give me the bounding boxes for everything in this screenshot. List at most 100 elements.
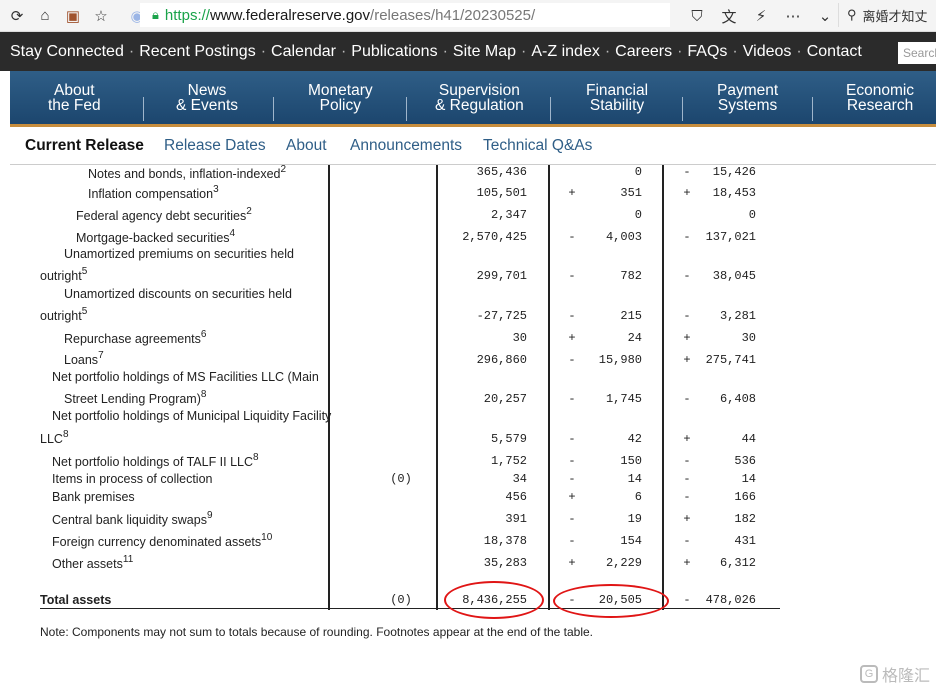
row-change-week: 24 xyxy=(627,331,642,345)
release-tabs: Current Release Release Dates About Anno… xyxy=(10,127,936,165)
row-change-week: 19 xyxy=(627,512,642,526)
row-label: Bank premises xyxy=(52,490,135,504)
main-nav-news[interactable]: News & Events xyxy=(176,83,239,114)
row-change-year: 30 xyxy=(741,331,756,345)
briefcase-icon[interactable]: ▣ xyxy=(62,5,84,27)
row-value: 5,579 xyxy=(490,432,527,446)
row-label-line1: Net portfolio holdings of Municipal Liqu… xyxy=(52,409,332,423)
nav-careers[interactable]: Careers xyxy=(615,43,672,61)
tab-about[interactable]: About xyxy=(286,137,327,155)
row-change-week: 0 xyxy=(634,165,642,179)
row-label-text: Net portfolio holdings of TALF II LLC xyxy=(52,455,254,469)
main-nav-economic-l2: Research xyxy=(846,97,914,114)
footnote-marker: 10 xyxy=(261,532,273,543)
row-change-week: 2,229 xyxy=(605,556,642,570)
row-change-week: 0 xyxy=(634,208,642,222)
footnote-marker: 11 xyxy=(122,554,134,565)
lightning-icon[interactable]: ⚡︎ xyxy=(750,5,772,27)
annotation-circle-total xyxy=(444,581,544,619)
row-change-week: 351 xyxy=(620,186,642,200)
address-bar[interactable]: 🔒︎ https://www.federalreserve.gov/releas… xyxy=(140,3,670,27)
main-nav-monetary[interactable]: Monetary Policy xyxy=(308,83,373,114)
row-label-text: Inflation compensation xyxy=(88,187,214,201)
footnote-marker: 2 xyxy=(280,164,287,175)
main-nav-supervision-l1: Supervision xyxy=(438,82,520,99)
more-icon[interactable]: ⋯ xyxy=(782,5,804,27)
row-label: Repurchase agreements6 xyxy=(64,329,206,346)
row-label: Net portfolio holdings of TALF II LLC8 xyxy=(52,452,259,469)
row-change-year: 15,426 xyxy=(712,165,756,179)
row-value: 1,752 xyxy=(490,454,527,468)
nav-az-index[interactable]: A-Z index xyxy=(531,43,599,61)
row-label-text: outright xyxy=(40,269,82,283)
row-change-year: 14 xyxy=(741,472,756,486)
main-nav-payment-l1: Payment xyxy=(717,82,779,99)
row-label-line1: Unamortized discounts on securities held xyxy=(64,287,292,301)
table-note: Note: Components may not sum to totals b… xyxy=(40,625,594,639)
translate-icon[interactable]: 文 xyxy=(718,5,740,27)
row-change-year: 6,312 xyxy=(719,556,756,570)
watermark-logo-icon: G xyxy=(860,665,878,683)
nav-videos[interactable]: Videos xyxy=(743,43,792,61)
row-label: Federal agency debt securities2 xyxy=(76,206,252,223)
browser-search-box[interactable]: ⚲ 离婚才知丈 xyxy=(838,3,936,27)
row-change-year: 0 xyxy=(748,208,756,222)
home-icon[interactable]: ⌂ xyxy=(34,5,56,27)
row-value: 35,283 xyxy=(483,556,527,570)
nav-site-map[interactable]: Site Map xyxy=(453,43,516,61)
nav-contact[interactable]: Contact xyxy=(807,43,862,61)
footnote-marker: 8 xyxy=(62,429,69,440)
nav-calendar[interactable]: Calendar xyxy=(271,43,336,61)
nav-publications[interactable]: Publications xyxy=(351,43,437,61)
chevron-down-icon[interactable]: ⌄ xyxy=(814,5,836,27)
nav-stay-connected[interactable]: Stay Connected xyxy=(10,43,124,61)
main-nav-about-l2: the Fed xyxy=(48,97,101,114)
row-change-week: 154 xyxy=(620,534,642,548)
column-rule xyxy=(328,165,330,610)
shield-icon[interactable]: ⛉ xyxy=(686,5,708,27)
main-nav-payment[interactable]: Payment Systems xyxy=(717,82,779,114)
row-label-text: Repurchase agreements xyxy=(64,332,201,346)
row-value: 299,701 xyxy=(476,269,527,283)
row-col1: (0) xyxy=(390,472,412,486)
row-label-line1: Net portfolio holdings of MS Facilities … xyxy=(52,370,319,384)
nav-recent-postings[interactable]: Recent Postings xyxy=(139,43,256,61)
row-change-week: 14 xyxy=(627,472,642,486)
tab-release-dates[interactable]: Release Dates xyxy=(164,137,266,155)
search-icon: ⚲ xyxy=(847,7,857,22)
main-nav: About the Fed News & Events Monetary Policy… xyxy=(10,71,936,127)
row-change-week: 782 xyxy=(620,269,642,283)
total-rule xyxy=(40,608,780,609)
favorites-icon[interactable]: ☆ xyxy=(90,5,112,27)
row-label: Loans7 xyxy=(64,350,104,367)
row-change-week: 42 xyxy=(627,432,642,446)
row-value: 20,257 xyxy=(483,392,527,406)
row-change-year: 18,453 xyxy=(712,186,756,200)
site-search-input[interactable]: Search xyxy=(898,42,936,64)
row-value: 365,436 xyxy=(476,165,527,179)
main-nav-news-l2: & Events xyxy=(176,97,239,114)
main-nav-payment-l2: Systems xyxy=(717,97,778,114)
row-change-year: 6,408 xyxy=(719,392,756,406)
row-label: outright5 xyxy=(40,266,87,283)
tab-current-release[interactable]: Current Release xyxy=(25,137,144,155)
main-nav-financial-l2: Stability xyxy=(589,97,645,114)
main-nav-financial[interactable]: Financial Stability xyxy=(586,83,648,114)
tab-announcements[interactable]: Announcements xyxy=(350,137,462,155)
browser-actions: ⛉ 文 ⚡︎ ⋯ ⌄ xyxy=(676,0,836,32)
browser-search-text: 离婚才知丈 xyxy=(862,8,928,24)
main-nav-economic[interactable]: Economic Research xyxy=(846,83,914,114)
tab-technical-qas[interactable]: Technical Q&As xyxy=(483,137,592,155)
column-rule xyxy=(548,165,550,610)
row-label-text: Notes and bonds, inflation-indexed xyxy=(88,167,281,181)
reload-icon[interactable]: ⟳ xyxy=(6,5,28,27)
main-nav-about[interactable]: About the Fed xyxy=(48,83,101,114)
main-nav-supervision[interactable]: Supervision & Regulation xyxy=(435,82,524,114)
total-change-year: 478,026 xyxy=(705,593,756,607)
main-nav-supervision-l2: & Regulation xyxy=(435,97,524,114)
row-label-text: Loans xyxy=(64,353,99,367)
row-label-text: outright xyxy=(40,309,82,323)
row-change-year: 536 xyxy=(734,454,756,468)
row-value: 2,570,425 xyxy=(462,230,527,244)
nav-faqs[interactable]: FAQs xyxy=(687,43,727,61)
